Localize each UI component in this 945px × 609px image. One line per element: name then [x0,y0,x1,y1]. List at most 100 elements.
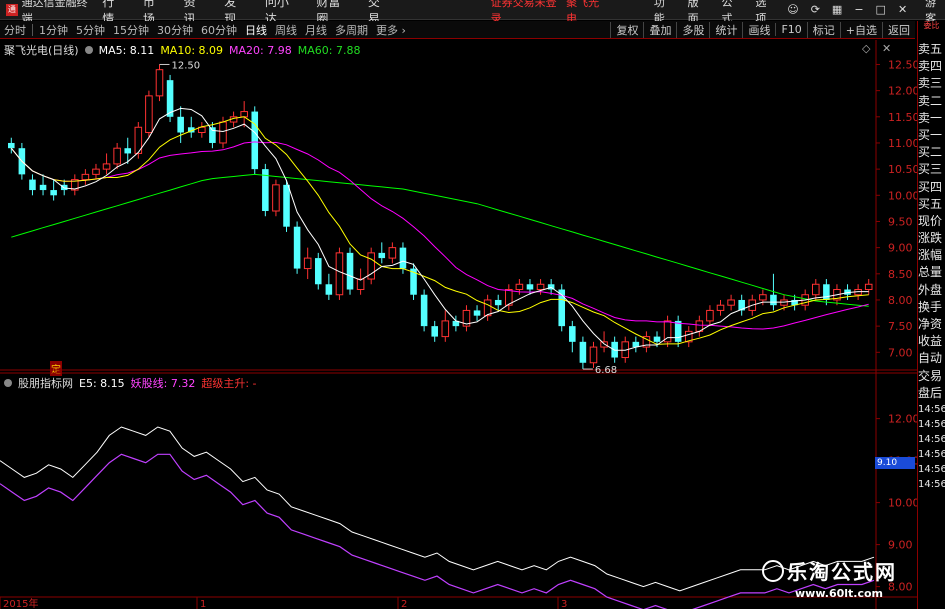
maximize-icon[interactable]: □ [876,3,886,16]
candle-body-up [240,111,248,118]
ind-tick-label: 9.00 [888,539,913,552]
sidebar-item: 卖五 [918,42,943,56]
sidebar-item: 卖三 [918,76,943,91]
candle-body-up [716,304,725,311]
candle-body-up [589,346,598,364]
biaoji-button[interactable]: 标记 [806,21,840,38]
sidebar-head-label: 委比 [923,21,940,30]
huaxian-button[interactable]: 画线 [742,21,775,38]
candle-body-up [441,320,450,338]
candle-body-down [653,336,661,342]
candle-body-up [303,257,312,270]
chat-icon[interactable]: ☺ [787,3,798,16]
period-weekly[interactable]: 周线 [271,22,301,38]
refresh-icon[interactable]: ⟳ [811,3,820,16]
add-watchlist-button[interactable]: +自选 [839,21,882,38]
watermark-logo-icon [762,560,784,582]
back-button[interactable]: 返回 [882,21,915,38]
period-multi[interactable]: 多周期 [331,22,372,38]
sidebar-item: 买五 [918,196,943,211]
period-30min[interactable]: 30分钟 [153,22,197,38]
candle-body-up [219,121,227,144]
candle-body-down [251,111,259,170]
candle-body-down [569,326,576,342]
candle-body-up [864,283,873,290]
candle-body-down [346,252,354,290]
watermark-text: 乐淘公式网 [787,560,897,584]
period-more[interactable]: 更多 › [372,22,410,38]
sidebar-ticks: 14:56 14:56 14:56 14:56 14:56 14:56 [918,402,945,492]
period-monthly[interactable]: 月线 [301,22,331,38]
sidebar-item: 现价 [918,213,943,228]
candle-body-down [494,299,502,306]
period-5min[interactable]: 5分钟 [72,22,109,38]
period-15min[interactable]: 15分钟 [109,22,153,38]
candle-body-down [50,190,57,196]
candle-body-down [29,179,36,191]
chevron-right-icon: › [401,23,406,37]
period-60min[interactable]: 60分钟 [197,22,241,38]
candle-body-down [431,326,438,337]
candle-body-up [155,69,164,97]
sidebar-item: 卖一 [918,110,943,125]
f10-button[interactable]: F10 [775,23,806,36]
time-tick-label: 1 [200,599,206,609]
period-more-label: 更多 [376,23,398,37]
grid-icon[interactable]: ▦ [832,3,842,16]
candle-body-down [378,252,386,259]
sidebar-time-tick: 14:56 [918,448,945,460]
sidebar-time-tick: 14:56 [918,403,945,415]
sidebar-item: 买二 [918,145,943,160]
candle-body-down [293,226,301,269]
candle-body-down [314,258,322,285]
close-icon[interactable]: ✕ [898,3,907,16]
candle-body-down [8,142,15,149]
candle-body-up [759,294,767,301]
candle-body-down [823,284,830,300]
ind-tick-label: 10.00 [888,497,917,510]
price-tick-label: 12.00 [888,85,917,98]
candle-body-up [92,168,100,175]
candle-body-down [283,184,290,227]
candle-body-down [399,247,407,269]
sidebar-item: 交易 [918,368,943,383]
sidebar-item: 外盘 [918,282,943,297]
candle-body-up [335,252,344,296]
sidebar-item: 买三 [918,162,943,177]
sidebar-item: 涨跌 [918,231,943,246]
sidebar-time-tick: 14:56 [918,418,945,430]
menu-bar: 通 通达信金融终端 行情 市场 资讯 发现 问小达 财富圈 交易 证券交易未登录… [0,0,945,26]
diejia-button[interactable]: 叠加 [643,21,676,38]
fuquan-button[interactable]: 复权 [610,21,643,38]
candle-body-up [81,173,90,181]
candle-body-up [483,299,492,317]
candle-body-up [102,163,111,170]
duogu-button[interactable]: 多股 [676,21,709,38]
candle-body-up [706,309,714,322]
sidebar-item: 净资 [918,317,943,331]
period-daily[interactable]: 日线 [241,22,271,38]
price-tick-label: 10.00 [888,189,917,202]
candle-body-down [420,294,428,327]
sidebar-items: 卖五 卖四 卖三 卖二 卖一 买一 买二 买三 买四 买五 现价 涨跌 涨幅 总量 外盘 换手 净资 收益 自动 交易… [918,41,945,402]
candle-body-down [770,294,777,306]
price-tick-label: 11.50 [888,111,917,124]
divider [32,23,33,36]
kline-chart[interactable]: 12.50 12.00 11.50 11.00 10.50 10.00 9.50 9.00 8.… [0,40,917,609]
tongji-button[interactable]: 统计 [709,21,742,38]
period-1min[interactable]: 1分钟 [35,22,72,38]
minimize-icon[interactable]: − [854,3,863,16]
e5-line [0,426,875,592]
candle-body-down [579,341,587,363]
sidebar-head: 委比 [918,21,945,41]
watermark-url: www.60lt.com [795,587,884,600]
period-fenshi[interactable]: 分时 [0,22,30,38]
candle-body-up [272,184,280,212]
high-price-label: 12.50 [171,60,200,71]
price-tick-label: 8.00 [888,294,913,307]
price-tick-label: 10.50 [888,163,917,176]
candle-body-up [113,147,121,165]
price-tick-label: 12.50 [888,58,917,71]
candle-body-up [536,283,545,290]
candle-body-down [325,284,333,295]
